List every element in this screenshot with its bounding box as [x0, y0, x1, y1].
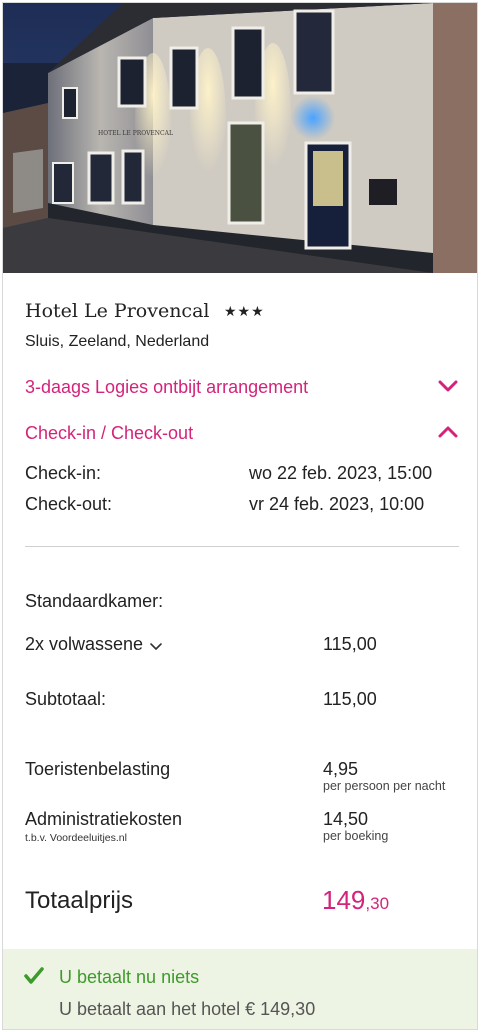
hotel-name: Hotel Le Provencal	[25, 300, 210, 322]
chevron-up-icon[interactable]	[437, 424, 459, 440]
arrangement-accordion[interactable]: 3-daags Logies ontbijt arrangement	[25, 375, 459, 401]
admin-fee-value: 14,50	[323, 809, 369, 829]
facade-sign-text: HOTEL LE PROVENCAL	[98, 130, 173, 137]
booking-summary-card: HOTEL LE PROVENCAL Hotel Le Provencal ★★…	[2, 2, 478, 1030]
checkin-label: Check-in:	[25, 463, 102, 483]
total-price-integer: 149	[322, 885, 366, 915]
admin-fee-sublabel: t.b.v. Voordeeluitjes.nl	[25, 832, 127, 844]
pay-at-hotel-text: U betaalt aan het hotel € 149,30	[59, 999, 316, 1019]
checkmark-icon	[24, 967, 44, 985]
payment-info-box: U betaalt nu niets U betaalt aan het hot…	[3, 949, 477, 1029]
subtotal-label: Subtotaal:	[25, 689, 107, 709]
tourist-tax-value: 4,95	[323, 759, 359, 779]
hotel-location: Sluis, Zeeland, Nederland	[25, 333, 210, 350]
chevron-down-icon	[149, 635, 163, 656]
pay-now-text: U betaalt nu niets	[59, 967, 200, 987]
checkin-checkout-accordion[interactable]: Check-in / Check-out	[25, 421, 459, 447]
total-price-label: Totaalprijs	[25, 887, 134, 914]
star-rating: ★★★	[224, 303, 265, 319]
arrangement-label: 3-daags Logies ontbijt arrangement	[25, 377, 309, 397]
total-price-value: 149,30	[322, 885, 389, 916]
admin-fee-label: Administratiekosten	[25, 809, 183, 829]
checkout-label: Check-out:	[25, 494, 113, 514]
checkout-value: vr 24 feb. 2023, 10:00	[249, 494, 425, 514]
subtotal-value: 115,00	[323, 689, 377, 709]
room-type: Standaardkamer:	[25, 591, 164, 611]
tourist-tax-note: per persoon per nacht	[323, 779, 446, 793]
guests-price: 115,00	[323, 634, 377, 654]
chevron-down-icon[interactable]	[437, 378, 459, 394]
divider	[25, 546, 459, 547]
admin-fee-note: per boeking	[323, 829, 389, 843]
hotel-photo: HOTEL LE PROVENCAL	[3, 3, 477, 273]
checkin-value: wo 22 feb. 2023, 15:00	[249, 463, 433, 483]
guests-dropdown[interactable]: 2x volwassene	[25, 634, 163, 656]
tourist-tax-label: Toeristenbelasting	[25, 759, 171, 779]
checkin-checkout-label: Check-in / Check-out	[25, 423, 194, 443]
guests-label: 2x volwassene	[25, 634, 144, 654]
total-price-decimals: ,30	[365, 894, 390, 913]
